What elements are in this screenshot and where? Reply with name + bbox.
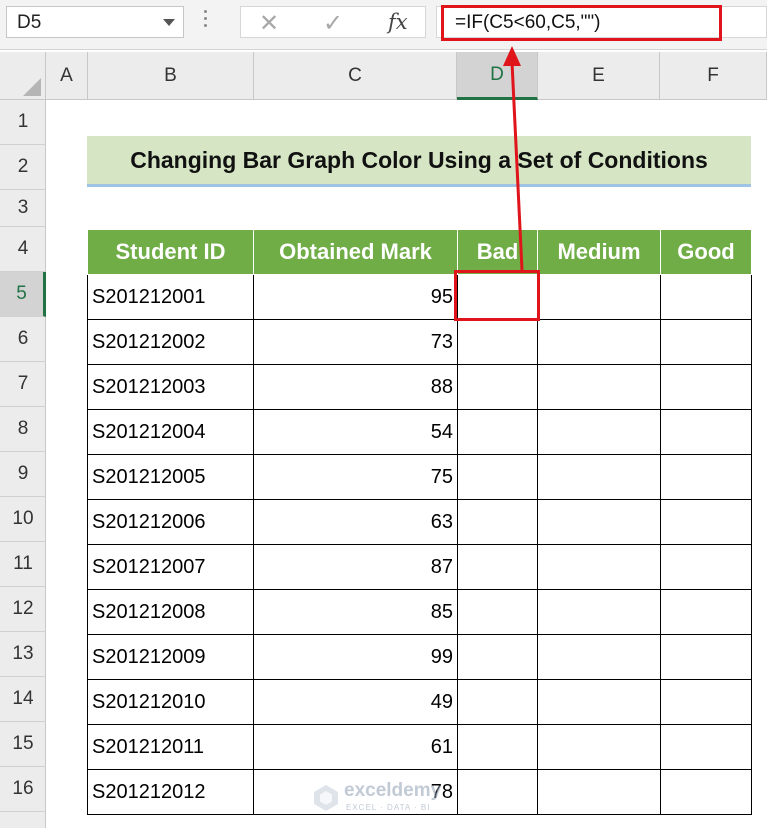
watermark: exceldemy EXCEL · DATA · BI: [312, 780, 452, 820]
watermark-tagline: EXCEL · DATA · BI: [346, 803, 431, 812]
watermark-name: exceldemy: [344, 780, 442, 801]
pointer-arrow: [503, 46, 524, 271]
exceldemy-logo-icon: [314, 785, 338, 811]
